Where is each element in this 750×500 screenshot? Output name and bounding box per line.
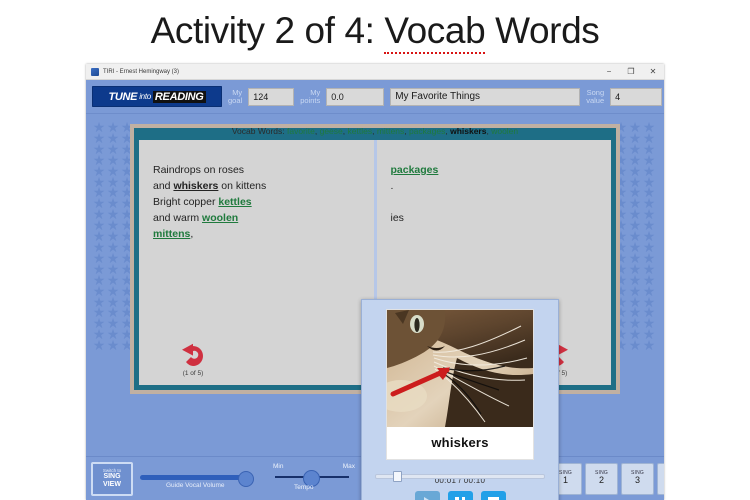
window-controls: − ❐ ✕	[598, 64, 664, 79]
logo-text-tune: TUNE	[108, 90, 138, 103]
lyric-line: packages	[391, 162, 598, 178]
song-value-field[interactable]: 4	[610, 87, 663, 106]
main-stage: ★ ★ ★ ★ ★ ★ ★ ★ ★ ★ ★ ★ ★ ★ ★ ★ ★ ★ ★ ★ ★ ★ ★ ★ ★ ★ ★ ★ ★ ★ ★ ★ ★ ★ ★ ★ ★ ★ ★ ★…	[86, 114, 664, 500]
vocab-word-favorite[interactable]: favorite	[287, 126, 315, 136]
lyric-vocab-word[interactable]: mittens	[153, 228, 190, 240]
vocab-word-kettles[interactable]: kettles	[348, 126, 373, 136]
my-goal-field[interactable]: 124	[248, 87, 295, 106]
maximize-icon[interactable]: ❐	[620, 64, 642, 79]
guide-vocal-volume-track	[140, 474, 245, 480]
lyric-line: and whiskers on kittens	[153, 178, 360, 194]
application-window: TIRI - Ernest Hemingway (3) − ❐ ✕ TUNE i…	[86, 64, 664, 500]
guide-vocal-volume-label: Guide Vocal Volume	[166, 481, 225, 489]
lyric-text: Raindrops on roses	[153, 164, 245, 176]
tempo-label: Tempo	[294, 483, 314, 491]
vocab-word-packages[interactable]: packages	[409, 126, 445, 136]
logo-text-into: into	[139, 92, 151, 101]
minimize-icon[interactable]: −	[598, 64, 620, 79]
lyric-text: Bright copper	[153, 196, 219, 208]
lyric-text: and warm	[153, 212, 203, 224]
page-title-spellchecked-word: Vocab	[384, 10, 486, 54]
lyric-line: mittens,	[153, 226, 360, 242]
page-title-part2: Words	[485, 10, 600, 51]
previous-page-nav[interactable]: (1 of 5)	[165, 343, 221, 377]
button-label-number: 3	[634, 475, 640, 486]
cat-whiskers-photo	[387, 310, 533, 427]
arrow-left-icon[interactable]	[180, 343, 206, 369]
lyric-text: .	[390, 180, 394, 192]
vocab-word-whiskers[interactable]: whiskers	[450, 126, 486, 136]
song-title-field[interactable]: My Favorite Things	[390, 87, 581, 106]
sing-view-line3: VIEW	[103, 481, 121, 489]
sing-3-button[interactable]: SING 3	[621, 462, 654, 495]
lyric-line: Raindrops on roses	[153, 162, 360, 178]
vocab-word-woolen[interactable]: woolen	[491, 126, 518, 136]
guide-vocal-volume-handle[interactable]	[238, 470, 254, 487]
vocab-words-line: Vocab Words: favorite, geese, kettles, m…	[134, 126, 616, 136]
app-toolbar: TUNE into READING My goal 124 My points …	[86, 80, 664, 114]
vocab-words-prefix: Vocab Words:	[231, 126, 287, 136]
pause-icon[interactable]	[447, 491, 473, 500]
lyric-vocab-word[interactable]: packages	[391, 164, 439, 176]
book-page-left: Raindrops on roses and whiskers on kitten…	[139, 140, 377, 385]
button-label-number: 1	[562, 475, 568, 486]
play-icon[interactable]	[414, 491, 440, 500]
lyric-line: .	[391, 178, 598, 194]
sing-2-button[interactable]: SING 2	[585, 462, 618, 495]
logo-text-reading: READING	[152, 90, 206, 103]
star-icon: ★	[642, 337, 656, 354]
star-icon: ★	[628, 337, 642, 354]
guide-vocal-volume-slider[interactable]: Guide Vocal Volume	[140, 462, 268, 496]
lyric-text: ,	[190, 228, 194, 240]
window-title: TIRI - Ernest Hemingway (3)	[103, 68, 180, 75]
previous-page-label: (1 of 5)	[182, 370, 204, 377]
vocab-word-geese[interactable]: geese	[320, 126, 343, 136]
lyric-line	[391, 194, 598, 210]
page-title: Activity 2 of 4: Vocab Words	[0, 0, 750, 62]
sing-view-line2: SING	[103, 473, 121, 481]
stop-icon[interactable]	[480, 491, 506, 500]
seek-handle[interactable]	[393, 471, 402, 482]
media-controls	[414, 491, 506, 500]
lyric-line: ies	[391, 210, 598, 226]
star-decoration-right: ★ ★ ★ ★ ★ ★ ★ ★ ★ ★ ★ ★ ★ ★ ★ ★ ★ ★ ★ ★ ★ ★ ★ ★ ★ ★ ★ ★ ★ ★ ★ ★ ★ ★ ★ ★ ★ ★ ★ ★…	[614, 122, 658, 400]
vocab-word-card: whiskers	[386, 309, 534, 460]
lyric-vocab-word[interactable]: kettles	[218, 196, 251, 208]
button-label-number: 2	[598, 475, 604, 486]
lyric-text: and	[153, 180, 174, 192]
app-icon	[91, 67, 99, 76]
switch-to-sing-view-button[interactable]: Switch to SING VIEW	[91, 461, 133, 496]
sing-4-button[interactable]: SING4	[657, 462, 664, 495]
lyric-vocab-word[interactable]: whiskers	[173, 180, 218, 192]
window-titlebar: TIRI - Ernest Hemingway (3) − ❐ ✕	[86, 64, 664, 80]
star-icon: ★	[92, 337, 106, 354]
tune-into-reading-logo: TUNE into READING	[92, 86, 222, 107]
star-icon: ★	[106, 337, 120, 354]
tempo-min-label: Min	[273, 462, 284, 470]
page-title-part1: Activity 2 of 4:	[150, 10, 385, 51]
vocab-word-caption: whiskers	[431, 435, 489, 450]
vocab-words-list: favorite, geese, kettles, mittens, packa…	[286, 126, 519, 136]
lyric-line: Bright copper kettles	[153, 194, 360, 210]
lyric-line: and warm woolen	[153, 210, 360, 226]
right-page-lyrics: packages. ies	[391, 162, 598, 226]
vocab-word-mittens[interactable]: mittens	[377, 126, 404, 136]
close-icon[interactable]: ✕	[642, 64, 664, 79]
tempo-max-label: Max	[342, 462, 355, 470]
tempo-slider[interactable]: Min Max Tempo	[271, 462, 355, 496]
my-points-field[interactable]: 0.0	[326, 87, 385, 106]
lyric-text: on kittens	[218, 180, 267, 192]
my-points-label: My points	[300, 87, 321, 105]
lyric-vocab-word[interactable]: woolen	[202, 212, 238, 224]
lyric-text: ies	[390, 212, 404, 224]
left-page-lyrics: Raindrops on roses and whiskers on kitten…	[153, 162, 360, 242]
song-value-label: Song value	[586, 87, 605, 105]
vocab-word-popup: whiskers 00:01 / 00:10	[361, 299, 559, 500]
my-goal-label: My goal	[228, 87, 243, 105]
